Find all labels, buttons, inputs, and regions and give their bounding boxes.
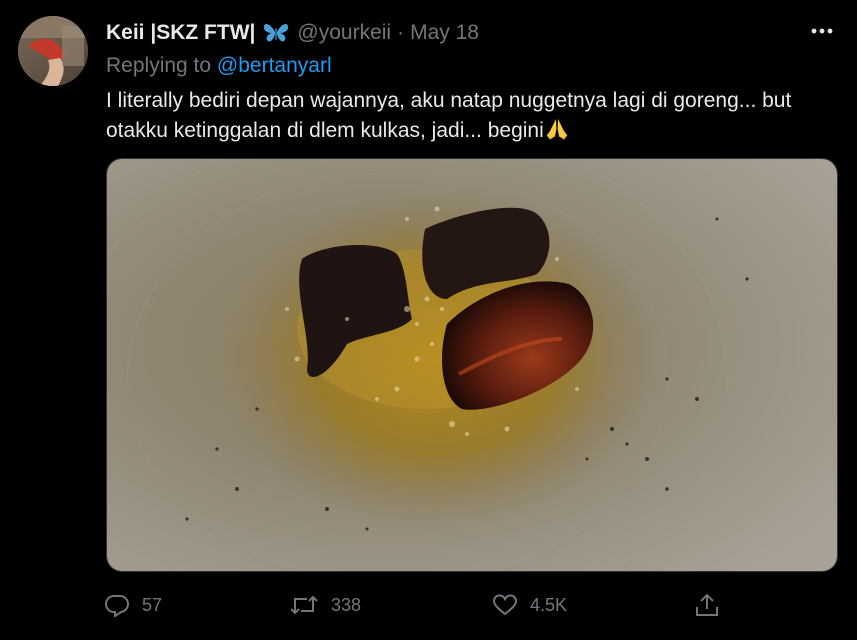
tweet[interactable]: Keii |SKZ FTW| @yourkeii · May 18 Replyi… bbox=[0, 0, 857, 640]
author-handle[interactable]: @yourkeii bbox=[297, 21, 391, 45]
more-horizontal-icon[interactable] bbox=[809, 20, 835, 42]
share-button[interactable] bbox=[694, 588, 720, 622]
tweet-text-line: otakku ketinggalan di dlem kulkas, jadi.… bbox=[106, 116, 846, 146]
separator-dot: · bbox=[397, 21, 405, 44]
retweet-button[interactable]: 338 bbox=[289, 588, 361, 622]
tweet-text: I literally bediri depan wajannya, aku n… bbox=[106, 86, 846, 146]
share-icon[interactable] bbox=[694, 592, 720, 618]
butterfly-emoji-icon bbox=[263, 22, 289, 44]
retweet-icon[interactable] bbox=[289, 593, 319, 617]
tweet-text-line-content: otakku ketinggalan di dlem kulkas, jadi.… bbox=[106, 119, 544, 142]
like-count: 4.5K bbox=[530, 594, 568, 615]
tweet-text-line: I literally bediri depan wajannya, aku n… bbox=[106, 89, 792, 112]
reply-icon[interactable] bbox=[104, 593, 130, 617]
tweet-date[interactable]: May 18 bbox=[410, 21, 479, 45]
retweet-count: 338 bbox=[331, 594, 362, 615]
tweet-actions: 57 338 4.5K bbox=[104, 588, 744, 622]
like-button[interactable]: 4.5K bbox=[492, 588, 567, 622]
replying-to-mention-link[interactable]: @bertanyarl bbox=[217, 54, 332, 77]
folded-hands-emoji-icon bbox=[544, 117, 570, 141]
reply-count: 57 bbox=[142, 594, 163, 615]
replying-to: Replying to @bertanyarl bbox=[106, 54, 332, 78]
tweet-photo[interactable] bbox=[106, 158, 838, 572]
author-display-name[interactable]: Keii |SKZ FTW| bbox=[106, 21, 255, 45]
tweet-header: Keii |SKZ FTW| @yourkeii · May 18 bbox=[106, 18, 837, 48]
reply-button[interactable]: 57 bbox=[104, 588, 162, 622]
photo-burnt-nuggets-in-wok bbox=[107, 159, 837, 571]
replying-to-label: Replying to bbox=[106, 54, 212, 77]
avatar[interactable] bbox=[18, 16, 88, 86]
like-heart-icon[interactable] bbox=[492, 593, 518, 617]
